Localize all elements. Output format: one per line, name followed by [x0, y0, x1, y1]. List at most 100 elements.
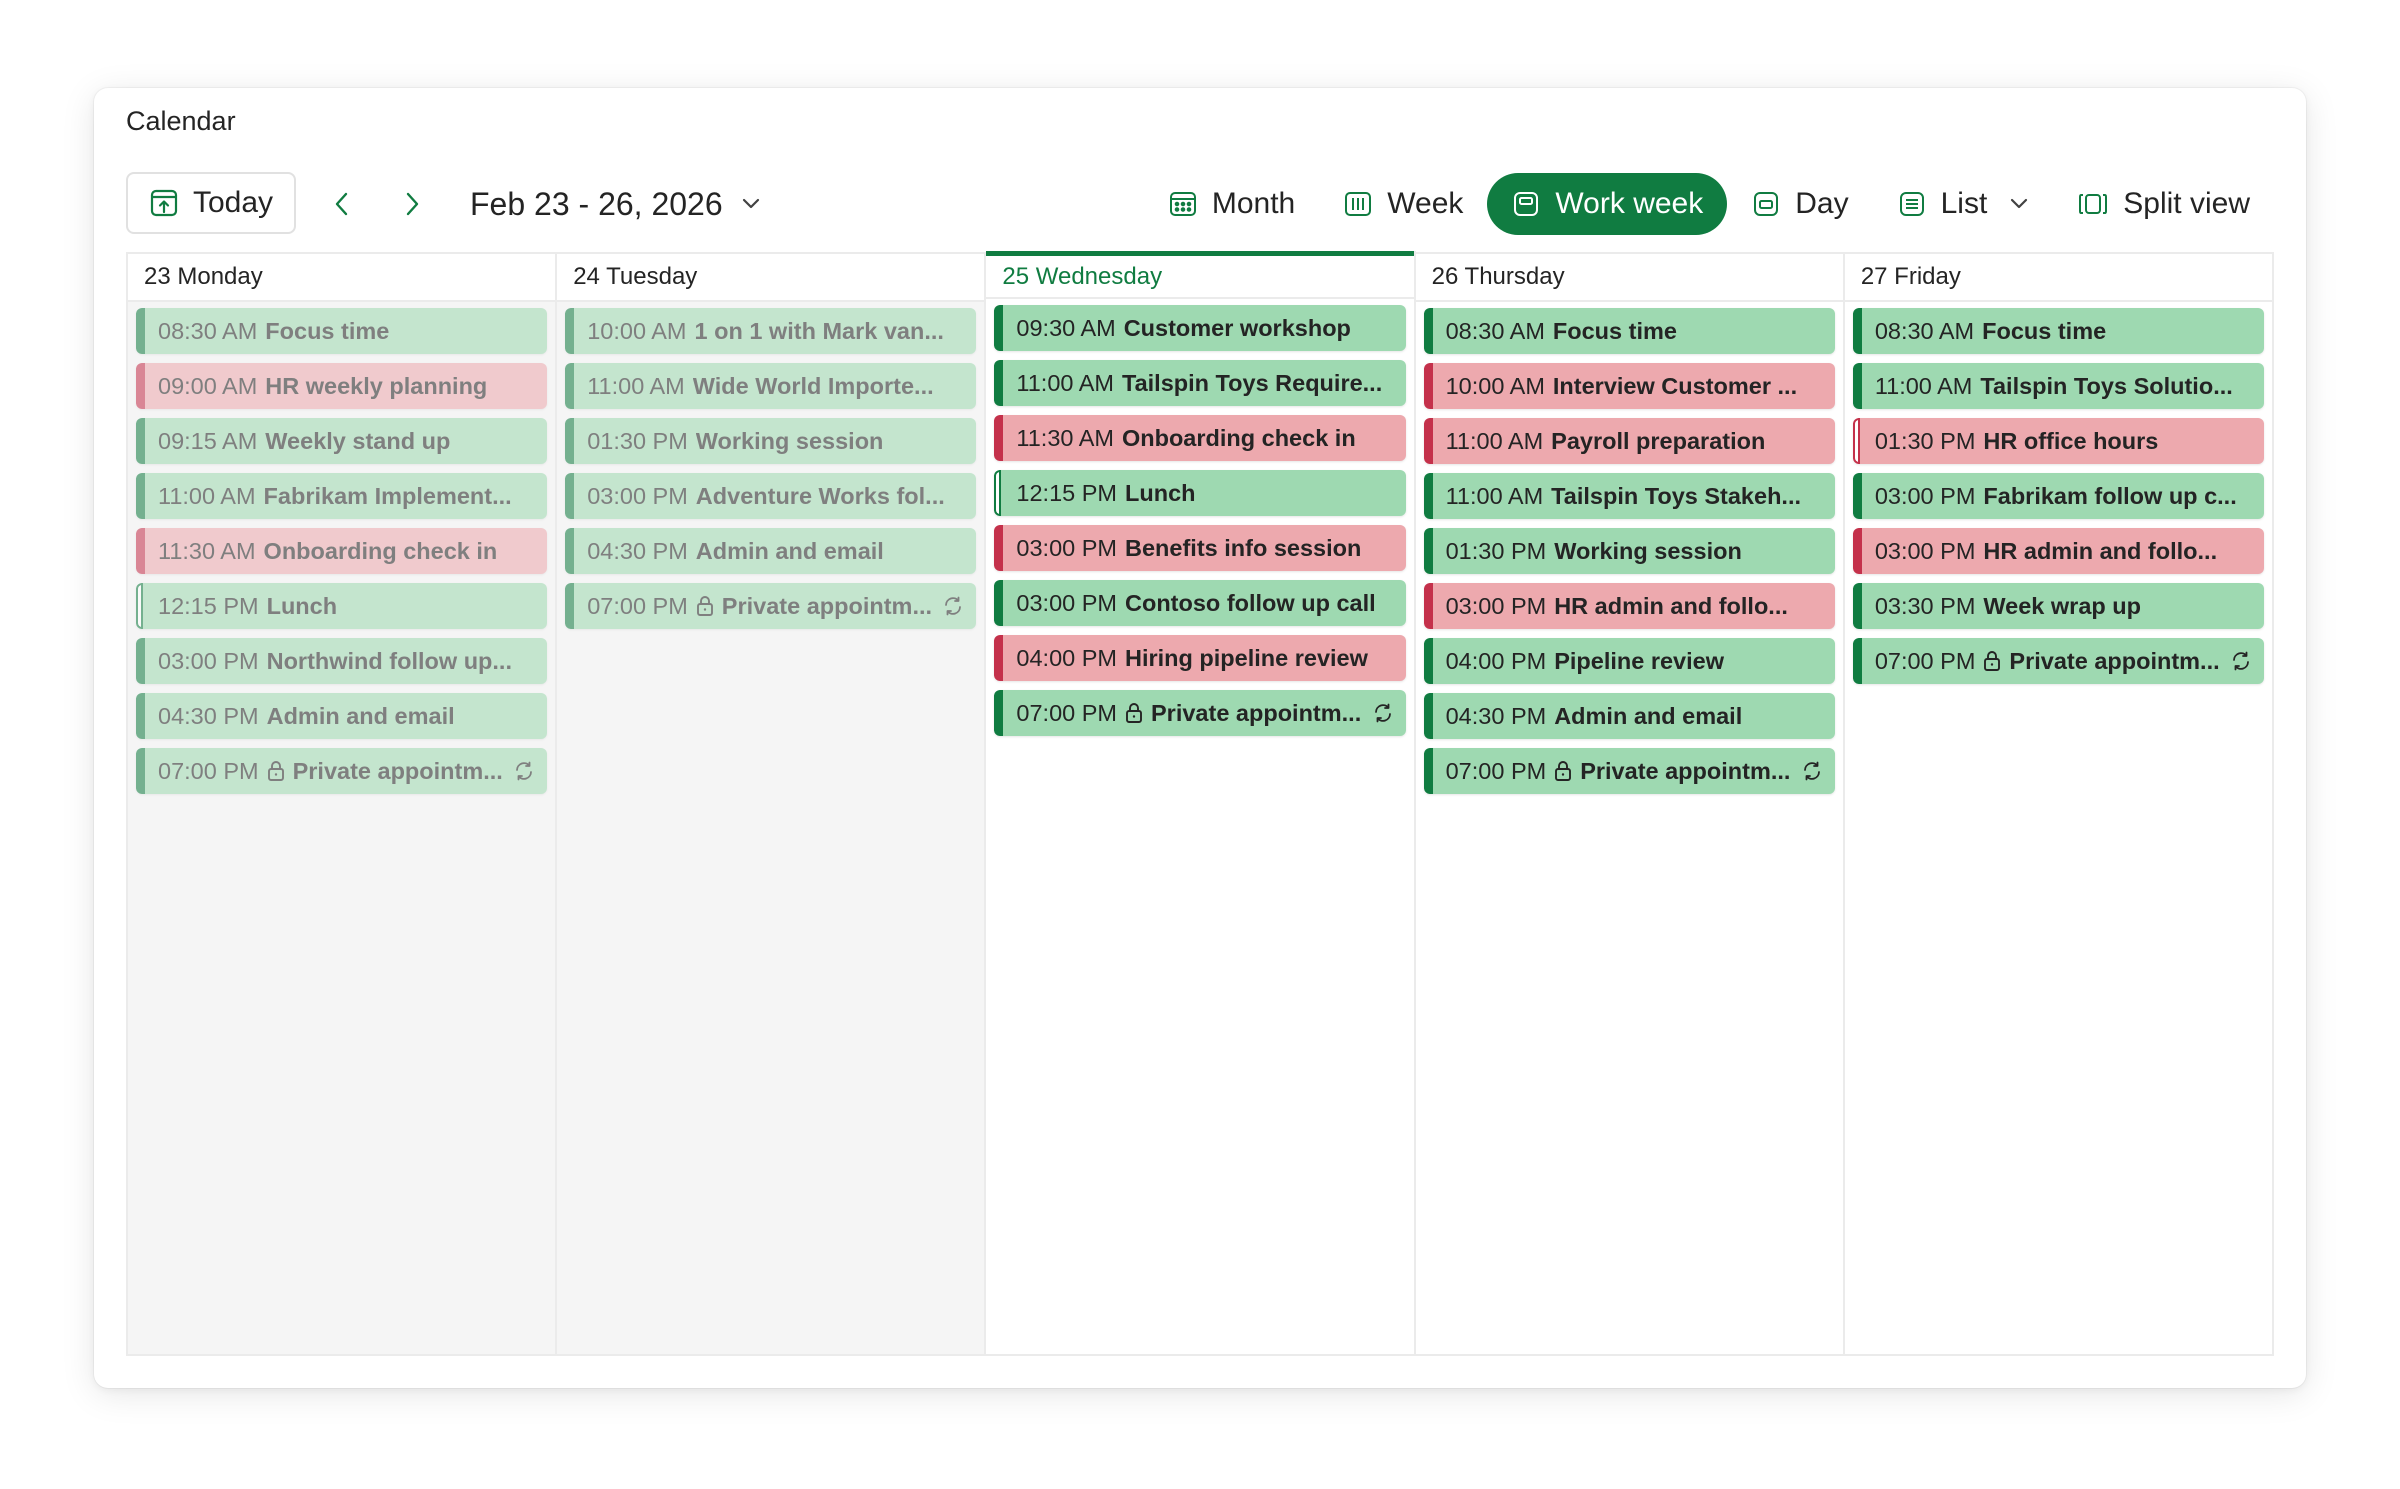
- event-time: 01:30 PM: [1445, 537, 1547, 564]
- event-chip[interactable]: 09:30 AM Customer workshop: [994, 305, 1406, 351]
- event-chip[interactable]: 11:00 AM Tailspin Toys Require...: [994, 360, 1406, 406]
- event-title: Tailspin Toys Require...: [1121, 369, 1383, 396]
- event-time: 08:30 AM: [158, 317, 258, 344]
- toolbar: Today Feb 23 - 26, 2026 Month Week Work …: [126, 172, 2274, 236]
- event-title: Hiring pipeline review: [1125, 644, 1368, 671]
- event-chip[interactable]: 04:30 PM Admin and email: [136, 693, 548, 739]
- chevron-left-icon: [335, 192, 348, 216]
- view-week-button[interactable]: Week: [1319, 173, 1487, 235]
- event-title: Lunch: [266, 592, 338, 619]
- event-title: Focus time: [1552, 317, 1677, 344]
- event-time: 12:15 PM: [1016, 479, 1117, 506]
- event-list: 08:30 AM Focus time 09:00 AM HR weekly plan…: [128, 302, 555, 794]
- event-title: HR office hours: [1983, 427, 2159, 454]
- list-icon: [1897, 189, 1927, 219]
- event-chip[interactable]: 11:30 AM Onboarding check in: [136, 528, 548, 574]
- event-time: 07:00 PM: [1874, 647, 1976, 674]
- event-time: 04:30 PM: [1445, 702, 1547, 729]
- recurring-icon: [513, 760, 535, 782]
- event-chip[interactable]: 03:00 PM Contoso follow up call: [994, 580, 1406, 626]
- day-header[interactable]: 25 Wednesday: [986, 251, 1414, 299]
- day-header[interactable]: 23 Monday: [128, 254, 556, 302]
- event-chip[interactable]: 11:00 AM Tailspin Toys Solutio...: [1852, 363, 2265, 409]
- event-time: 03:00 PM: [1874, 537, 1976, 564]
- day-icon: [1751, 189, 1781, 219]
- view-work-week-button[interactable]: Work week: [1487, 173, 1728, 235]
- event-chip[interactable]: 01:30 PM Working session: [565, 418, 977, 464]
- event-chip[interactable]: 07:00 PM Private appointm...: [1423, 748, 1835, 794]
- event-chip[interactable]: 11:30 AM Onboarding check in: [994, 415, 1406, 461]
- event-chip[interactable]: 01:30 PM HR office hours: [1852, 418, 2265, 464]
- event-list: 09:30 AM Customer workshop 11:00 AM Tailspi…: [986, 299, 1413, 736]
- event-title: Wide World Importe...: [692, 372, 934, 399]
- event-time: 10:00 AM: [587, 317, 687, 344]
- event-time: 03:00 PM: [1016, 534, 1117, 561]
- day-column[interactable]: 26 Thursday 08:30 AM Focus time 10:00 AM Int…: [1415, 254, 1845, 1354]
- event-chip[interactable]: 11:00 AM Payroll preparation: [1423, 418, 1835, 464]
- event-chip[interactable]: 11:00 AM Wide World Importe...: [565, 363, 977, 409]
- event-chip[interactable]: 03:00 PM Fabrikam follow up c...: [1852, 473, 2265, 519]
- event-chip[interactable]: 03:00 PM HR admin and follo...: [1852, 528, 2265, 574]
- view-split-button[interactable]: Split view: [2053, 173, 2274, 235]
- event-chip[interactable]: 11:00 AM Fabrikam Implement...: [136, 473, 548, 519]
- day-header[interactable]: 26 Thursday: [1415, 254, 1843, 302]
- event-chip[interactable]: 03:00 PM HR admin and follo...: [1423, 583, 1835, 629]
- day-header[interactable]: 24 Tuesday: [557, 254, 985, 302]
- event-chip[interactable]: 04:00 PM Pipeline review: [1423, 638, 1835, 684]
- event-chip[interactable]: 03:00 PM Benefits info session: [994, 525, 1406, 571]
- day-column[interactable]: 27 Friday 08:30 AM Focus time 11:00 AM Tails…: [1844, 254, 2273, 1354]
- view-list-button[interactable]: List: [1873, 173, 2054, 235]
- view-week-label: Week: [1387, 187, 1464, 220]
- event-chip[interactable]: 07:00 PM Private appointm...: [565, 583, 977, 629]
- event-chip[interactable]: 08:30 AM Focus time: [1423, 308, 1835, 354]
- view-month-button[interactable]: Month: [1144, 173, 1319, 235]
- event-chip[interactable]: 03:00 PM Adventure Works fol...: [565, 473, 977, 519]
- day-header[interactable]: 27 Friday: [1844, 254, 2273, 302]
- event-title: HR admin and follo...: [1554, 592, 1788, 619]
- event-time: 10:00 AM: [1445, 372, 1545, 399]
- previous-button[interactable]: [320, 182, 364, 226]
- event-time: 11:00 AM: [1445, 482, 1544, 509]
- work-week-icon: [1511, 189, 1541, 219]
- event-chip[interactable]: 04:30 PM Admin and email: [1423, 693, 1835, 739]
- day-column[interactable]: 25 Wednesday 09:30 AM Customer workshop 11:…: [986, 251, 1416, 1354]
- event-title: HR weekly planning: [265, 372, 488, 399]
- event-time: 11:30 AM: [1016, 424, 1114, 451]
- event-chip[interactable]: 09:00 AM HR weekly planning: [136, 363, 548, 409]
- event-title: Customer workshop: [1123, 314, 1351, 341]
- event-chip[interactable]: 03:00 PM Northwind follow up...: [136, 638, 548, 684]
- event-time: 01:30 PM: [1874, 427, 1976, 454]
- day-column[interactable]: 23 Monday 08:30 AM Focus time 09:00 AM HR we…: [128, 254, 558, 1354]
- event-chip[interactable]: 07:00 PM Private appointm...: [136, 748, 548, 794]
- event-chip[interactable]: 03:30 PM Week wrap up: [1852, 583, 2265, 629]
- event-chip[interactable]: 04:30 PM Admin and email: [565, 528, 977, 574]
- day-column[interactable]: 24 Tuesday 10:00 AM 1 on 1 with Mark van..…: [557, 254, 987, 1354]
- event-chip[interactable]: 09:15 AM Weekly stand up: [136, 418, 548, 464]
- event-chip[interactable]: 08:30 AM Focus time: [136, 308, 548, 354]
- event-time: 08:30 AM: [1445, 317, 1545, 344]
- event-chip[interactable]: 01:30 PM Working session: [1423, 528, 1835, 574]
- event-title: Contoso follow up call: [1125, 589, 1376, 616]
- date-range-picker[interactable]: Feb 23 - 26, 2026: [470, 172, 761, 236]
- lock-icon: [1983, 650, 2001, 672]
- chevron-right-icon: [406, 192, 419, 216]
- event-time: 11:00 AM: [1445, 427, 1544, 454]
- chevron-down-icon: [2011, 198, 2028, 209]
- recurring-icon: [2230, 650, 2252, 672]
- event-chip[interactable]: 12:15 PM Lunch: [136, 583, 548, 629]
- event-chip[interactable]: 08:30 AM Focus time: [1852, 308, 2265, 354]
- event-time: 12:15 PM: [158, 592, 259, 619]
- event-chip[interactable]: 07:00 PM Private appointm...: [994, 690, 1406, 736]
- event-chip[interactable]: 10:00 AM Interview Customer ...: [1423, 363, 1835, 409]
- view-day-button[interactable]: Day: [1727, 173, 1872, 235]
- event-chip[interactable]: 10:00 AM 1 on 1 with Mark van...: [565, 308, 977, 354]
- next-button[interactable]: [390, 182, 434, 226]
- event-chip[interactable]: 11:00 AM Tailspin Toys Stakeh...: [1423, 473, 1835, 519]
- today-button[interactable]: Today: [126, 172, 296, 234]
- event-chip[interactable]: 12:15 PM Lunch: [994, 470, 1406, 516]
- event-chip[interactable]: 07:00 PM Private appointm...: [1852, 638, 2265, 684]
- event-time: 11:30 AM: [158, 537, 256, 564]
- event-title: Focus time: [1982, 317, 2107, 344]
- event-chip[interactable]: 04:00 PM Hiring pipeline review: [994, 635, 1406, 681]
- date-range-label: Feb 23 - 26, 2026: [470, 185, 723, 222]
